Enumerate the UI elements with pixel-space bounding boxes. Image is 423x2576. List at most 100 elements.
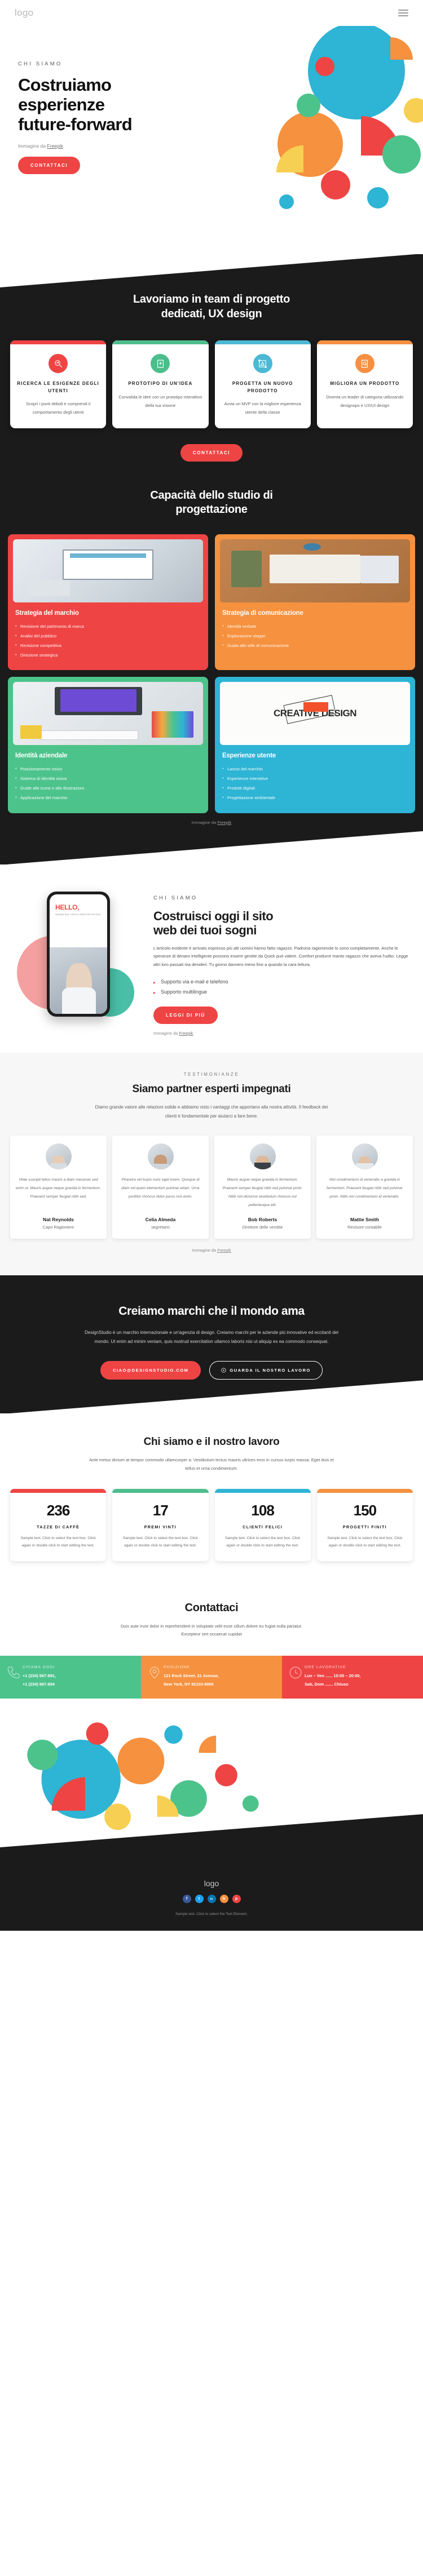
footer-decorative-art: [0, 1699, 423, 1868]
skill-title: Strategia di comunicazione: [222, 609, 303, 617]
skill-card[interactable]: Identità aziendale Posizionamento visivo…: [8, 677, 208, 813]
skills-row: Identità aziendale Posizionamento visivo…: [8, 677, 415, 813]
skill-image: [220, 539, 410, 602]
email-button[interactable]: CIAO@DESIGNSTUDIO.COM: [100, 1361, 201, 1380]
stat-label: TAZZE DI CAFFÈ: [37, 1524, 80, 1529]
stat-card[interactable]: 17 PREMI VINTI Sample text. Click to sel…: [112, 1488, 209, 1561]
logo[interactable]: logo: [15, 7, 33, 19]
freepik-link[interactable]: Freepik: [47, 143, 63, 149]
freepik-link[interactable]: Freepik: [217, 820, 231, 825]
testimonial-quote: Nisl condimentum id venenatis a gravida …: [327, 1177, 403, 1199]
card-text: Convalida le idee con un prototipo inter…: [118, 394, 202, 408]
freepik-link[interactable]: Freepik: [179, 1031, 193, 1036]
read-more-button[interactable]: LEGGI DI PIÙ: [153, 1006, 218, 1024]
stat-text: Sample text. Click to select the text bo…: [327, 1536, 403, 1548]
stats-grid: 236 TAZZE DI CAFFÈ Sample text. Click to…: [0, 1488, 423, 1561]
hero-title-line-1: Costruiamo: [18, 75, 112, 95]
process-cta-wrap: CONTATTACI: [0, 444, 423, 462]
avatar: [351, 1143, 378, 1169]
stat-accent-bar: [112, 1488, 209, 1493]
view-work-button[interactable]: GUARDA IL NOSTRO LAVORO: [209, 1361, 323, 1380]
twitter-icon[interactable]: t: [195, 1895, 204, 1904]
process-card-grid: RICERCA LE ESIGENZE DEGLI UTENTI Scopri …: [0, 340, 423, 428]
skill-item: Esperienze interattive: [222, 774, 408, 784]
skill-card[interactable]: Strategia di comunicazione Identità verb…: [215, 534, 415, 671]
skill-item: Guide alle icone e alle illustrazioni: [15, 783, 201, 793]
contact-title: Contattaci: [184, 1601, 239, 1614]
play-circle-icon: [221, 1368, 226, 1373]
process-card[interactable]: MIGLIORA UN PRODOTTO Diventa un leader d…: [316, 340, 413, 428]
card-accent-bar: [10, 340, 107, 345]
skill-item: Direzione strategica: [15, 650, 201, 660]
hamburger-icon[interactable]: [398, 10, 408, 16]
skill-title: Esperienze utente: [222, 752, 276, 760]
process-contact-button[interactable]: CONTATTACI: [180, 444, 243, 462]
contact-info-phone[interactable]: CHIAMA OGGI +1 (234) 567-891, +1 (234) 9…: [0, 1656, 141, 1699]
website-eyebrow: CHI SIAMO: [153, 894, 198, 901]
skill-card[interactable]: Strategia del marchio Revisione del patr…: [8, 534, 208, 671]
page-title: Costruiamo esperienze future-forward: [18, 75, 237, 134]
testimonials-title: Siamo partner esperti impegnati: [132, 1083, 291, 1095]
hero-title-line-3: future-forward: [18, 114, 133, 135]
phone-photo: [50, 947, 107, 1014]
site-header: logo: [0, 0, 423, 26]
stat-number: 236: [46, 1501, 70, 1519]
credit-prefix: Immagine da: [153, 1030, 179, 1036]
skill-image: CREATIVE DESIGN: [220, 682, 410, 746]
facebook-icon[interactable]: f: [182, 1895, 191, 1904]
footer-logo[interactable]: logo: [0, 1879, 423, 1888]
stat-accent-bar: [214, 1488, 311, 1493]
testimonial-card[interactable]: Pharetra vel turpis nunc eget lorem. Qui…: [112, 1135, 209, 1239]
stat-card[interactable]: 150 PROGETTI FINITI Sample text. Click t…: [316, 1488, 413, 1561]
info-value: 121 Rock Street, 21 Avenue, New York, NY…: [164, 1673, 219, 1687]
skill-item: Sistema di identità visiva: [15, 774, 201, 784]
linkedin-icon[interactable]: in: [207, 1895, 216, 1904]
testimonial-card[interactable]: Mauris augue neque gravida in fermentum.…: [214, 1135, 311, 1239]
process-card[interactable]: PROTOTIPO DI UN'IDEA Convalida le idee c…: [112, 340, 209, 428]
feature-item: Supporto via e-mail e telefono: [153, 977, 409, 988]
process-title-line-1: Lavoriamo in team di progetto: [133, 293, 290, 305]
hero-eyebrow: CHI SIAMO: [18, 61, 63, 67]
hero-contact-button[interactable]: CONTATTACI: [18, 157, 81, 175]
skills-title-line-1: Capacità dello studio di: [150, 489, 273, 502]
testimonial-card[interactable]: Nisl condimentum id venenatis a gravida …: [316, 1135, 413, 1239]
website-body: L'articolo evidente è arrivato espresso …: [153, 945, 408, 968]
skill-image: [13, 682, 203, 746]
contact-info-location[interactable]: POSIZIONE 121 Rock Street, 21 Avenue, Ne…: [141, 1656, 282, 1699]
testimonials-image-credit: Immagine da Freepik: [0, 1248, 423, 1253]
skill-title: Strategia del marchio: [15, 609, 79, 617]
website-section: HELLO, Sample text. Click to select the …: [0, 864, 423, 1053]
blogger-icon[interactable]: b: [219, 1895, 228, 1904]
view-work-label: GUARDA IL NOSTRO LAVORO: [230, 1368, 311, 1373]
feature-item: Supporto multilingue: [153, 987, 409, 998]
map-pin-icon: [147, 1665, 162, 1680]
freepik-link[interactable]: Freepik: [217, 1248, 231, 1253]
skill-item: Prodotti digitali: [222, 783, 408, 793]
diagonal-bottom-divider: [0, 831, 423, 865]
skill-item: Revisione competitiva: [15, 641, 201, 651]
hero-image-credit: Immagine da Freepik: [18, 143, 237, 149]
cta-body: DesignStudio è un marchio internazionale…: [85, 1330, 338, 1345]
pinterest-icon[interactable]: p: [232, 1895, 241, 1904]
avatar: [45, 1143, 72, 1169]
info-value: +1 (234) 567-891, +1 (234) 987-654: [23, 1673, 56, 1687]
contact-info-hours[interactable]: ORE LAVORATIVE Lun – Ven ...... 10:00 – …: [282, 1656, 423, 1699]
process-card[interactable]: RICERCA LE ESIGENZE DEGLI UTENTI Scopri …: [10, 340, 107, 428]
skill-item: Analisi del pubblico: [15, 631, 201, 641]
page-root: logo CHI SIAMO Costruiamo esperienze fut…: [0, 0, 423, 1931]
search-chart-icon: [49, 354, 68, 374]
stats-subtitle: Ante metus dictum at tempor commodo ulla…: [89, 1457, 334, 1471]
testimonials-grid: Vitae suscipit tellus mauris a diam mece…: [0, 1135, 423, 1239]
card-accent-bar: [316, 340, 413, 345]
process-card[interactable]: PROGETTA UN NUOVO PRODOTTO Avvia un MVP …: [214, 340, 311, 428]
testimonial-card[interactable]: Vitae suscipit tellus mauris a diam mece…: [10, 1135, 107, 1239]
stat-card[interactable]: 236 TAZZE DI CAFFÈ Sample text. Click to…: [10, 1488, 107, 1561]
process-title: Lavoriamo in team di progetto dedicati, …: [0, 287, 423, 321]
skills-title: Capacità dello studio di progettazione: [0, 489, 423, 517]
stat-accent-bar: [10, 1488, 107, 1493]
clock-icon: [288, 1665, 303, 1680]
stat-card[interactable]: 108 CLIENTI FELICI Sample text. Click to…: [214, 1488, 311, 1561]
skill-card[interactable]: CREATIVE DESIGN Esperienze utente Lancio…: [215, 677, 415, 813]
skill-list: Revisione del patrimonio di marca Analis…: [15, 622, 201, 660]
skill-item: Guida allo stile di comunicazione: [222, 641, 408, 651]
